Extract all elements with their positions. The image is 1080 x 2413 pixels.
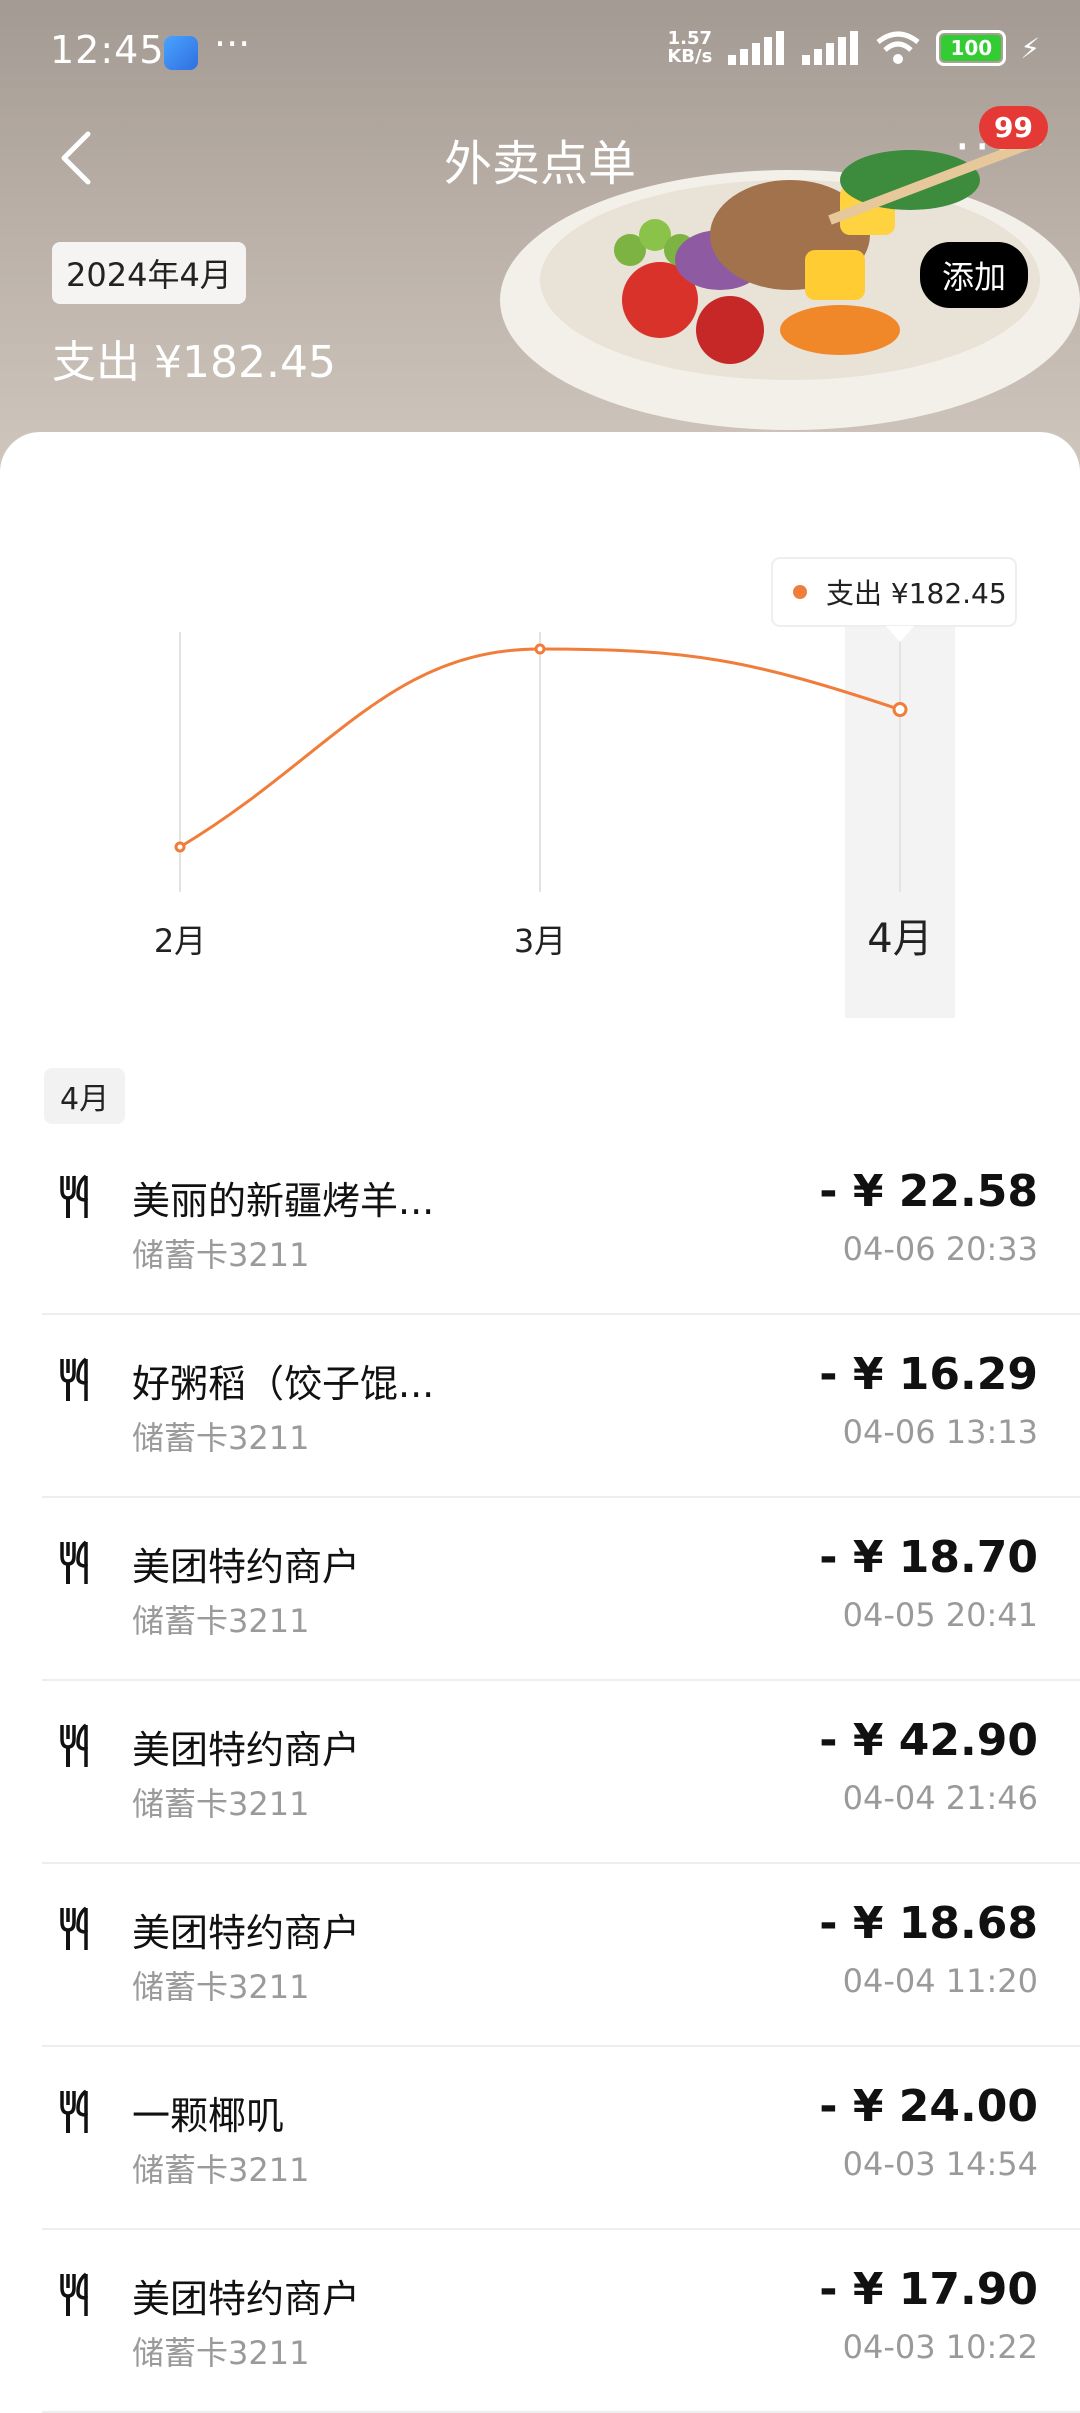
page-title: 外卖点单: [443, 136, 636, 192]
transaction-date: 04-06 20:33: [842, 1230, 1038, 1268]
battery-level: 100: [950, 36, 993, 60]
amount: - ¥ 17.90: [819, 2264, 1038, 2315]
status-time: 12:45: [50, 28, 165, 72]
month-selector[interactable]: 2024年4月: [52, 242, 246, 304]
list-item[interactable]: 美团特约商户储蓄卡3211 - ¥ 17.90 04-03 10:22: [42, 2230, 1080, 2413]
battery-icon: 100: [936, 30, 1007, 66]
transaction-date: 04-06 13:13: [842, 1413, 1038, 1451]
status-more-icon: ···: [214, 22, 251, 66]
payment-card: 储蓄卡3211: [132, 2334, 310, 2372]
notification-badge: 99: [979, 106, 1048, 149]
data-point-1: [534, 643, 546, 655]
add-button[interactable]: 添加: [919, 242, 1028, 308]
network-speed: 1.57 KB/s: [667, 30, 712, 66]
data-point-2: [892, 702, 908, 718]
transaction-date: 04-04 21:46: [842, 1779, 1038, 1817]
fork-knife-icon: [60, 2089, 88, 2133]
status-indicators: 1.57 KB/s 100 ⚡: [667, 30, 1040, 66]
transaction-date: 04-04 11:20: [842, 1962, 1038, 2000]
amount: - ¥ 22.58: [819, 1166, 1038, 1217]
payment-card: 储蓄卡3211: [132, 1419, 310, 1457]
signal-icon: [728, 31, 785, 65]
merchant-name: 美团特约商户: [132, 1728, 361, 1772]
merchant-name: 美团特约商户: [132, 2277, 361, 2321]
x-tick-label: 4月: [867, 916, 932, 962]
transaction-date: 04-03 14:54: [842, 2145, 1038, 2183]
merchant-name: 一颗椰叽: [132, 2094, 285, 2138]
amount: - ¥ 24.00: [819, 2081, 1038, 2132]
tooltip-text: 支出 ¥182.45: [826, 577, 1007, 610]
header-banner: 12:45 ··· 1.57 KB/s 100 ⚡ 外卖点单 ··· 99 20…: [0, 0, 1080, 470]
merchant-name: 好粥稻（饺子馄...: [132, 1362, 435, 1406]
list-item[interactable]: 美团特约商户储蓄卡3211 - ¥ 42.90 04-04 21:46: [42, 1681, 1080, 1864]
expense-line-chart[interactable]: 2月 3月 4月 支出 ¥182.45: [0, 432, 1080, 1032]
fork-knife-icon: [60, 1174, 88, 1218]
list-item[interactable]: 美丽的新疆烤羊... 储蓄卡3211 - ¥ 22.58 04-06 20:33: [42, 1132, 1080, 1315]
payment-card: 储蓄卡3211: [132, 2151, 310, 2189]
data-point-0: [174, 841, 186, 853]
tooltip-legend-dot: [793, 585, 807, 599]
fork-knife-icon: [60, 1540, 88, 1584]
amount: - ¥ 18.70: [819, 1532, 1038, 1583]
app-notification-icon: [164, 36, 198, 70]
expense-total: 支出 ¥182.45: [52, 337, 336, 388]
transaction-date: 04-05 20:41: [842, 1596, 1038, 1634]
list-item[interactable]: 美团特约商户储蓄卡3211 - ¥ 18.68 04-04 11:20: [42, 1864, 1080, 2047]
content-sheet: 2月 3月 4月 支出 ¥182.45 4月 美丽的新疆烤羊... 储蓄卡3211 - ¥…: [0, 432, 1080, 2413]
payment-card: 储蓄卡3211: [132, 1602, 310, 1640]
fork-knife-icon: [60, 1906, 88, 1950]
merchant-name: 美团特约商户: [132, 1911, 361, 1955]
list-item[interactable]: 好粥稻（饺子馄... 储蓄卡3211 - ¥ 16.29 04-06 13:13: [42, 1315, 1080, 1498]
fork-knife-icon: [60, 1723, 88, 1767]
status-bar: 12:45 ··· 1.57 KB/s 100 ⚡: [0, 0, 1080, 110]
transaction-date: 04-03 10:22: [842, 2328, 1038, 2366]
amount: - ¥ 16.29: [819, 1349, 1038, 1400]
transaction-list: 美丽的新疆烤羊... 储蓄卡3211 - ¥ 22.58 04-06 20:33 好粥稻…: [42, 1132, 1080, 2413]
payment-card: 储蓄卡3211: [132, 1968, 310, 2006]
x-tick-label: 3月: [514, 922, 566, 960]
amount: - ¥ 42.90: [819, 1715, 1038, 1766]
list-section-label: 4月: [44, 1068, 126, 1124]
signal-icon-2: [802, 31, 859, 65]
merchant-name: 美团特约商户: [132, 1545, 361, 1589]
list-item[interactable]: 美团特约商户储蓄卡3211 - ¥ 18.70 04-05 20:41: [42, 1498, 1080, 1681]
wifi-icon: [876, 31, 920, 64]
payment-card: 储蓄卡3211: [132, 1785, 310, 1823]
payment-card: 储蓄卡3211: [132, 1236, 310, 1274]
list-item[interactable]: 一颗椰叽储蓄卡3211 - ¥ 24.00 04-03 14:54: [42, 2047, 1080, 2230]
merchant-name: 美丽的新疆烤羊...: [132, 1179, 435, 1223]
x-tick-label: 2月: [154, 922, 206, 960]
charging-icon: ⚡: [1020, 31, 1040, 65]
fork-knife-icon: [60, 1357, 88, 1401]
fork-knife-icon: [60, 2272, 88, 2316]
amount: - ¥ 18.68: [819, 1898, 1038, 1949]
network-speed-unit: KB/s: [667, 46, 713, 67]
